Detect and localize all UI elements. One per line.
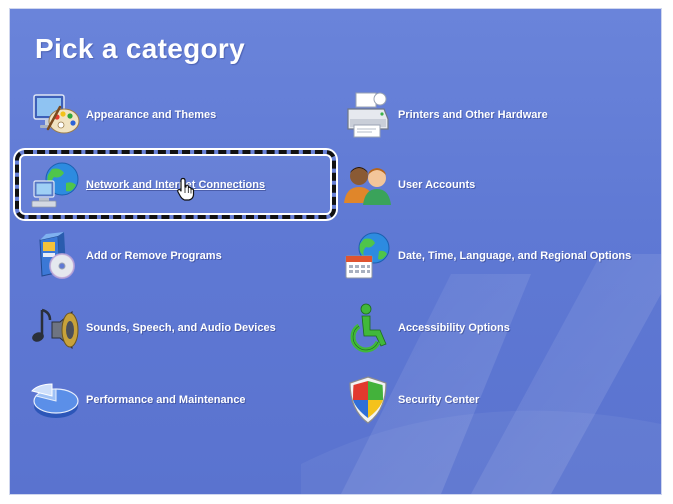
category-performance-and-maintenance[interactable]: Performance and Maintenance: [30, 374, 246, 426]
add-remove-programs-icon: [30, 230, 82, 282]
security-shield-icon: [342, 374, 394, 426]
control-panel-category-view: Pick a category Appearance and Themes Pr…: [9, 8, 662, 495]
category-label: User Accounts: [398, 178, 476, 191]
printer-icon: [342, 89, 394, 141]
category-user-accounts[interactable]: User Accounts: [342, 159, 475, 211]
category-label: Network and Internet Connections: [86, 178, 266, 191]
user-accounts-icon: [342, 159, 394, 211]
category-label: Date, Time, Language, and Regional Optio…: [398, 249, 632, 262]
accessibility-icon: [342, 302, 394, 354]
date-time-globe-icon: [342, 230, 394, 282]
category-label: Printers and Other Hardware: [398, 108, 548, 121]
appearance-themes-icon: [30, 89, 82, 141]
network-globe-icon: [30, 159, 82, 211]
category-network-and-internet-connections[interactable]: Network and Internet Connections: [30, 159, 265, 211]
category-label: Sounds, Speech, and Audio Devices: [86, 321, 276, 334]
page-title: Pick a category: [35, 33, 245, 64]
category-label: Appearance and Themes: [86, 108, 217, 121]
category-appearance-and-themes[interactable]: Appearance and Themes: [30, 89, 216, 141]
category-label: Performance and Maintenance: [86, 393, 246, 406]
category-printers-and-other-hardware[interactable]: Printers and Other Hardware: [342, 89, 548, 141]
category-add-or-remove-programs[interactable]: Add or Remove Programs: [30, 230, 222, 282]
speaker-note-icon: [30, 302, 82, 354]
category-sounds-speech-audio[interactable]: Sounds, Speech, and Audio Devices: [30, 302, 276, 354]
category-label: Add or Remove Programs: [86, 249, 222, 262]
category-label: Security Center: [398, 393, 480, 406]
category-date-time-language-regional[interactable]: Date, Time, Language, and Regional Optio…: [342, 230, 631, 282]
pie-chart-icon: [30, 374, 82, 426]
category-label: Accessibility Options: [398, 321, 510, 334]
category-accessibility-options[interactable]: Accessibility Options: [342, 302, 510, 354]
category-security-center[interactable]: Security Center: [342, 374, 479, 426]
